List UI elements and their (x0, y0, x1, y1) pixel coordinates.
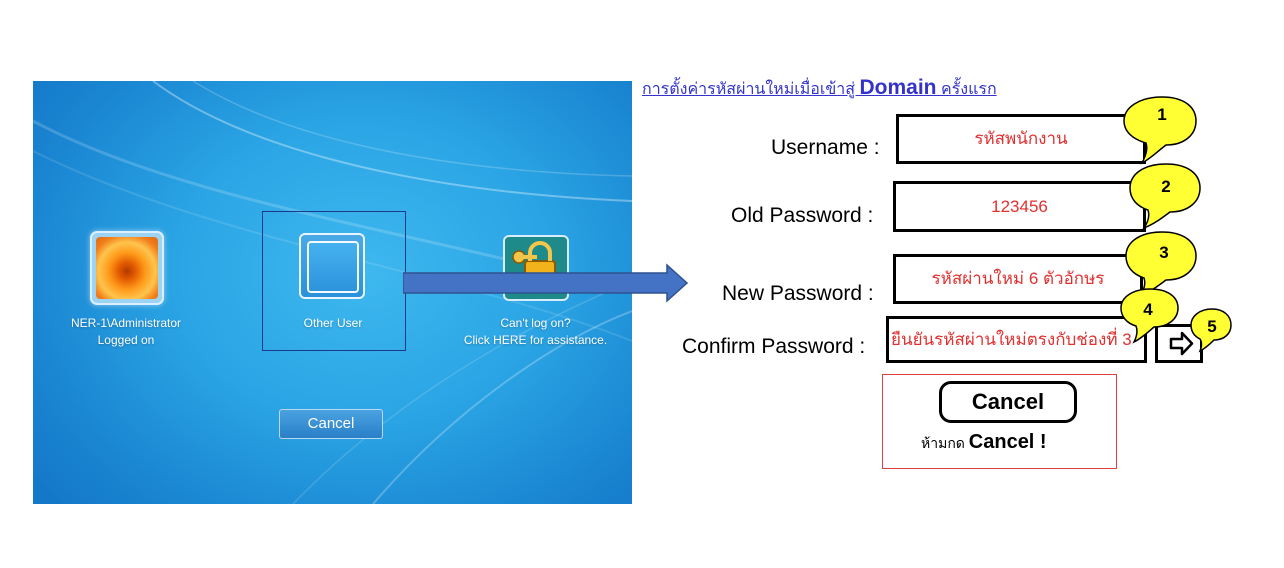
step-1-number: 1 (1157, 105, 1166, 124)
warning-bold: Cancel ! (968, 431, 1047, 453)
step-3-number: 3 (1159, 243, 1168, 262)
admin-user-tile[interactable] (90, 231, 164, 305)
username-label: Username : (771, 136, 880, 159)
confirm-password-field[interactable]: ยืนยันรหัสผ่านใหม่ตรงกับช่องที่ 3 (886, 316, 1147, 363)
other-user-tile[interactable] (299, 233, 365, 299)
logon-cancel-button[interactable]: Cancel (279, 409, 383, 439)
step-1-callout: 1 (1123, 96, 1197, 165)
cancel-warning-box: Cancel ห้ามกด Cancel ! (882, 374, 1117, 469)
step-5-number: 5 (1207, 317, 1216, 336)
confirm-password-label: Confirm Password : (682, 335, 866, 358)
step-5-callout: 5 (1190, 308, 1232, 353)
help-line-1: Can't log on? (500, 316, 571, 330)
cancel-button[interactable]: Cancel (939, 381, 1077, 423)
help-tile-label[interactable]: Can't log on? Click HERE for assistance. (448, 315, 623, 349)
link-domain: Domain (859, 76, 937, 99)
user-flower-icon (96, 237, 158, 299)
blank-user-icon (307, 241, 359, 293)
admin-username: NER-1\Administrator (70, 316, 182, 330)
link-suffix: ครั้งแรก (936, 81, 997, 98)
pointer-arrow-icon (403, 263, 689, 303)
new-password-label: New Password : (722, 282, 874, 305)
new-password-field[interactable]: รหัสผ่านใหม่ 6 ตัวอักษร (893, 254, 1143, 304)
link-prefix: การตั้งค่ารหัสผ่านใหม่เมื่อเข้าสู่ (642, 81, 860, 98)
step-2-number: 2 (1161, 177, 1170, 196)
warning-prefix: ห้ามกด (921, 435, 969, 451)
admin-status: Logged on (97, 333, 155, 347)
help-line-2: Click HERE for assistance. (463, 333, 608, 347)
old-password-label: Old Password : (731, 204, 874, 227)
other-user-label: Other User (303, 316, 363, 330)
step-4-callout: 4 (1120, 288, 1179, 344)
step-2-callout: 2 (1129, 163, 1201, 230)
username-field[interactable]: รหัสพนักงาน (896, 114, 1146, 164)
old-password-field[interactable]: 123456 (893, 181, 1146, 232)
admin-tile-label: NER-1\Administrator Logged on (53, 315, 199, 349)
step-4-number: 4 (1143, 300, 1153, 319)
instructions-title-link[interactable]: การตั้งค่ารหัสผ่านใหม่เมื่อเข้าสู่ Domai… (642, 76, 997, 102)
cancel-warning-text: ห้ามกด Cancel ! (921, 431, 1047, 455)
